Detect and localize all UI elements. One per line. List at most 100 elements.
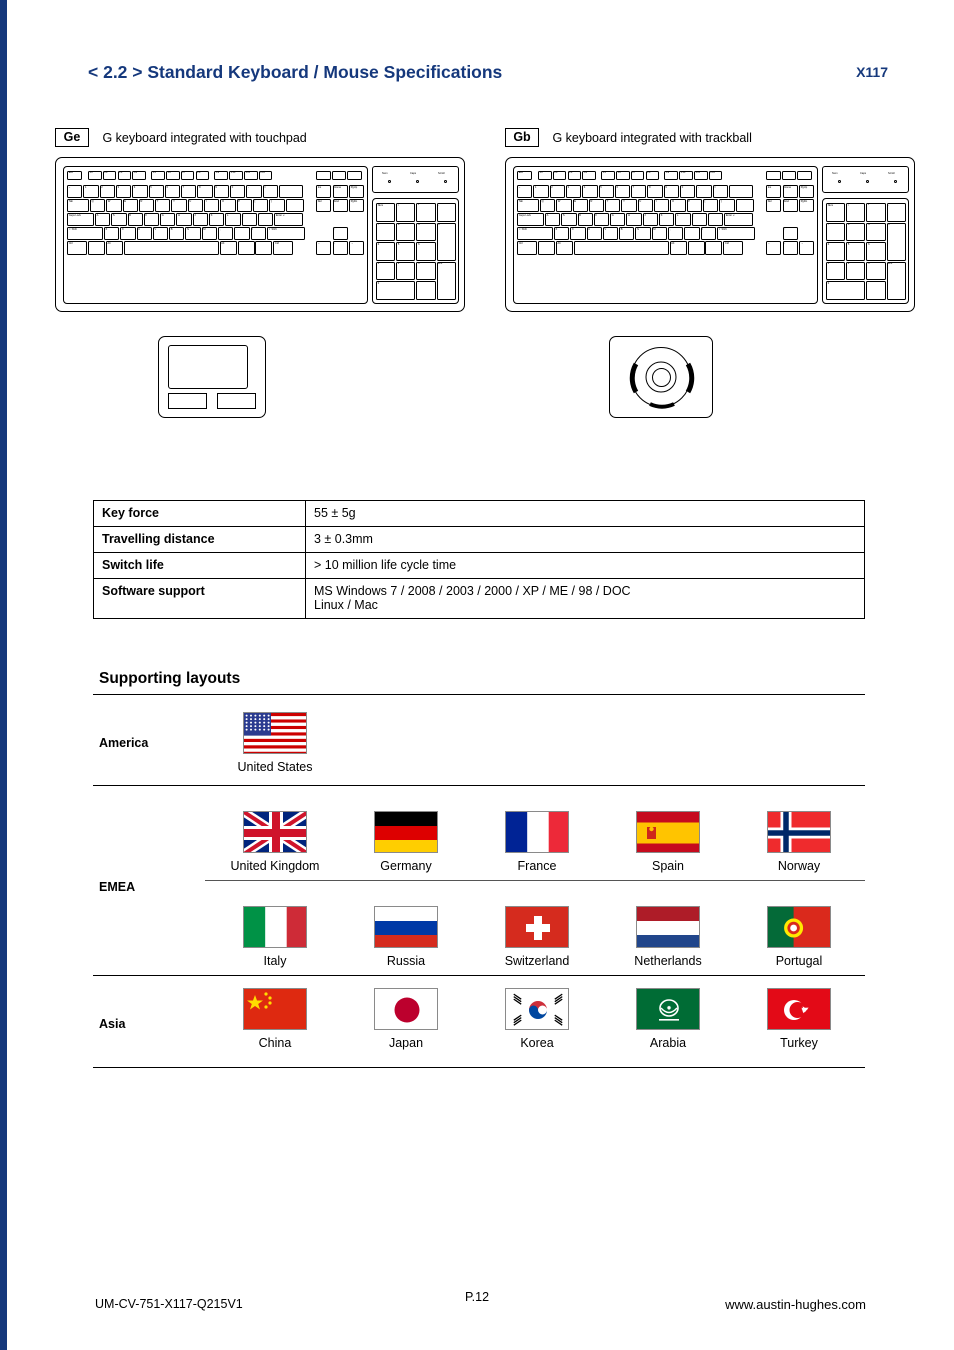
ge-key: F7 [180, 170, 195, 180]
gb-key: 4 [582, 185, 598, 199]
spec-value: 55 ± 5g [305, 500, 865, 527]
gb-key: 3 [866, 261, 886, 280]
touchpad-image [158, 336, 266, 418]
gb-key [735, 199, 754, 213]
table-row: Software support MS Windows 7 / 2008 / 20… [93, 578, 865, 619]
ge-key: F10 [229, 170, 243, 180]
ge-key: 1 [83, 185, 99, 199]
gb-key: F7 [630, 170, 645, 180]
ge-key: = [262, 185, 278, 199]
keyboard-caption-gb: G keyboard integrated with trackball [552, 130, 752, 145]
svg-text:✹: ✹ [666, 1005, 671, 1012]
flag-label: Spain [652, 859, 684, 873]
flag-label: Norway [777, 859, 821, 873]
ge-key: 6 [416, 242, 436, 261]
gb-key [797, 170, 812, 180]
flag-cell-ch: Switzerland [472, 906, 602, 968]
gb-key: 0 [680, 185, 696, 199]
gb-numpad-area: Num / * - 7 8 9 +4 5 6 1 2 3 Ent 0. [822, 198, 909, 304]
flag-label: Arabia [649, 1036, 687, 1050]
gb-key: . [684, 227, 700, 241]
gb-key: Ins [766, 185, 781, 199]
ge-key: I [204, 199, 220, 213]
ge-key [87, 241, 105, 255]
flag-icon-ch [505, 906, 569, 948]
ge-key: 0 [376, 281, 416, 300]
gb-key: / [846, 203, 866, 222]
ge-key: F4 [132, 170, 146, 180]
flag-icon-cn [243, 988, 307, 1030]
ge-key: H [176, 213, 192, 227]
ge-key: Y [171, 199, 187, 213]
ge-key: 1 [376, 261, 396, 280]
gb-key: Del [766, 199, 781, 213]
ge-led-label-0: Num [382, 172, 388, 175]
gb-led-0 [838, 180, 842, 184]
ge-key: V [152, 227, 169, 241]
ge-key: ⇧ Shift [266, 227, 305, 241]
gb-key [781, 170, 797, 180]
flag-label: Turkey [780, 1036, 818, 1050]
ge-key: 9 [416, 222, 436, 241]
ge-key: F11 [244, 170, 258, 180]
ge-key: 2 [99, 185, 115, 199]
ge-key: Esc [67, 170, 82, 180]
ge-led-label-2: Scroll [438, 172, 445, 175]
flag-icon-jp [374, 988, 438, 1030]
gb-key: PgDn [799, 199, 814, 213]
ge-key: M [201, 227, 218, 241]
model-code: X117 [856, 64, 888, 80]
keyboard-caption-ge: G keyboard integrated with touchpad [102, 130, 307, 145]
flag-icon-no [767, 811, 831, 853]
gb-key: 7 [826, 222, 846, 241]
gb-key: T [605, 199, 621, 213]
gb-key: End [782, 199, 798, 213]
gb-key: F3 [567, 170, 582, 180]
flag-cell-no: Norway [734, 811, 864, 873]
flag-cell-sa: ✹ Arabia [603, 988, 733, 1050]
ge-key: 8 [197, 185, 213, 199]
gb-key: J [642, 213, 659, 227]
gb-key: Home [782, 185, 798, 199]
ge-key [255, 241, 273, 255]
gb-key: 2 [549, 185, 565, 199]
left-accent-bar [0, 0, 7, 1350]
ge-key: O [220, 199, 236, 213]
ge-key: 9 [213, 185, 230, 199]
gb-led-label-0: Num [832, 172, 838, 175]
ge-key: + [436, 222, 456, 261]
gb-key: G [610, 213, 626, 227]
spec-value: MS Windows 7 / 2008 / 2003 / 2000 / XP /… [305, 578, 865, 619]
ge-key: - [246, 185, 262, 199]
ge-key: Z [103, 227, 120, 241]
ge-key: 4 [376, 242, 396, 261]
ge-key: Tab [67, 199, 89, 213]
gb-key: Enter ↵ [724, 213, 754, 227]
gb-key: V [602, 227, 619, 241]
ge-key [123, 241, 219, 255]
ge-key [285, 199, 304, 213]
gb-key: PgUp [799, 185, 814, 199]
gb-main-key-area: Esc F1 F2 F3 F4 F5 F6 F7 F8 F9 F10 F11 F12 ~1 2 3 4 5 6 7 8 9… [513, 166, 818, 304]
gb-key: * [866, 203, 886, 222]
page-title: < 2.2 > Standard Keyboard / Mouse Specif… [88, 62, 503, 82]
gb-key: 6 [866, 242, 886, 261]
gb-key: B [619, 227, 635, 241]
keyboard-block-ge: Ge G keyboard integrated with touchpad E… [55, 128, 465, 312]
ge-key: F6 [166, 170, 180, 180]
ge-key: PgUp [349, 185, 364, 199]
flag-icon-de [374, 811, 438, 853]
ge-key: F9 [214, 170, 228, 180]
ge-led-panel: Num Caps Scroll [372, 166, 459, 193]
gb-key: [ [702, 199, 719, 213]
ge-led-label-1: Caps [410, 172, 417, 175]
keyboard-tag-ge: Ge [55, 128, 89, 147]
flag-cell-de: Germany [341, 811, 471, 873]
gb-key: E [572, 199, 588, 213]
gb-key [573, 241, 669, 255]
ge-key [347, 170, 362, 180]
gb-key: F10 [679, 170, 693, 180]
gb-key: 5 [598, 185, 614, 199]
flag-icon-es [636, 811, 700, 853]
spec-value: 3 ± 0.3mm [305, 526, 865, 553]
